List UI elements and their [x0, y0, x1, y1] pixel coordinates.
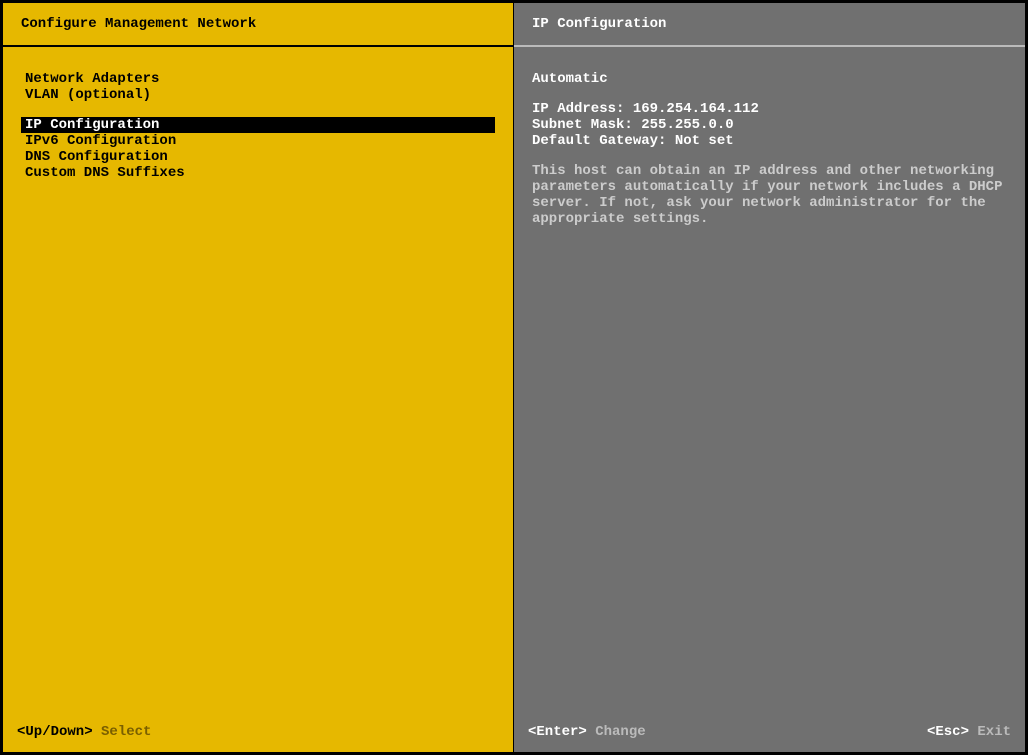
- menu-group-2: IP Configuration IPv6 Configuration DNS …: [21, 117, 495, 181]
- menu-item-ipv6-configuration[interactable]: IPv6 Configuration: [21, 133, 495, 149]
- menu-item-vlan[interactable]: VLAN (optional): [21, 87, 495, 103]
- right-panel-title: IP Configuration: [514, 3, 1025, 47]
- hint-updown: <Up/Down> Select: [17, 724, 151, 740]
- action-change: Change: [595, 724, 645, 740]
- left-panel: Configure Management Network Network Ada…: [3, 3, 514, 752]
- mode-value: Automatic: [532, 71, 1007, 87]
- left-panel-title: Configure Management Network: [3, 3, 513, 47]
- gw-value: Not set: [675, 133, 734, 149]
- right-panel: IP Configuration Automatic IP Address: 1…: [514, 3, 1025, 752]
- help-text: This host can obtain an IP address and o…: [532, 163, 1007, 227]
- menu-item-ip-configuration[interactable]: IP Configuration: [21, 117, 495, 133]
- menu-list[interactable]: Network Adapters VLAN (optional) IP Conf…: [3, 47, 513, 712]
- menu-item-dns-configuration[interactable]: DNS Configuration: [21, 149, 495, 165]
- menu-item-custom-dns-suffixes[interactable]: Custom DNS Suffixes: [21, 165, 495, 181]
- detail-body: Automatic IP Address: 169.254.164.112 Su…: [514, 47, 1025, 712]
- gw-label: Default Gateway:: [532, 133, 666, 149]
- ip-address-line: IP Address: 169.254.164.112: [532, 101, 1007, 117]
- default-gateway-line: Default Gateway: Not set: [532, 133, 1007, 149]
- mask-value: 255.255.0.0: [641, 117, 733, 133]
- left-footer: <Up/Down> Select: [3, 712, 513, 752]
- network-info-block: IP Address: 169.254.164.112 Subnet Mask:…: [532, 101, 1007, 149]
- dcui-screen: Configure Management Network Network Ada…: [0, 0, 1028, 755]
- mask-label: Subnet Mask:: [532, 117, 633, 133]
- key-updown: <Up/Down>: [17, 724, 93, 740]
- ip-value: 169.254.164.112: [633, 101, 759, 117]
- action-exit: Exit: [977, 724, 1011, 740]
- action-select: Select: [101, 724, 151, 740]
- hint-enter: <Enter> Change: [528, 724, 646, 740]
- key-esc: <Esc>: [927, 724, 969, 740]
- mode-block: Automatic: [532, 71, 1007, 87]
- right-title-text: IP Configuration: [532, 16, 666, 32]
- menu-item-network-adapters[interactable]: Network Adapters: [21, 71, 495, 87]
- key-enter: <Enter>: [528, 724, 587, 740]
- menu-group-1: Network Adapters VLAN (optional): [21, 71, 495, 103]
- subnet-mask-line: Subnet Mask: 255.255.0.0: [532, 117, 1007, 133]
- ip-label: IP Address:: [532, 101, 624, 117]
- left-title-text: Configure Management Network: [21, 16, 256, 32]
- hint-esc: <Esc> Exit: [927, 724, 1011, 740]
- right-footer: <Enter> Change <Esc> Exit: [514, 712, 1025, 752]
